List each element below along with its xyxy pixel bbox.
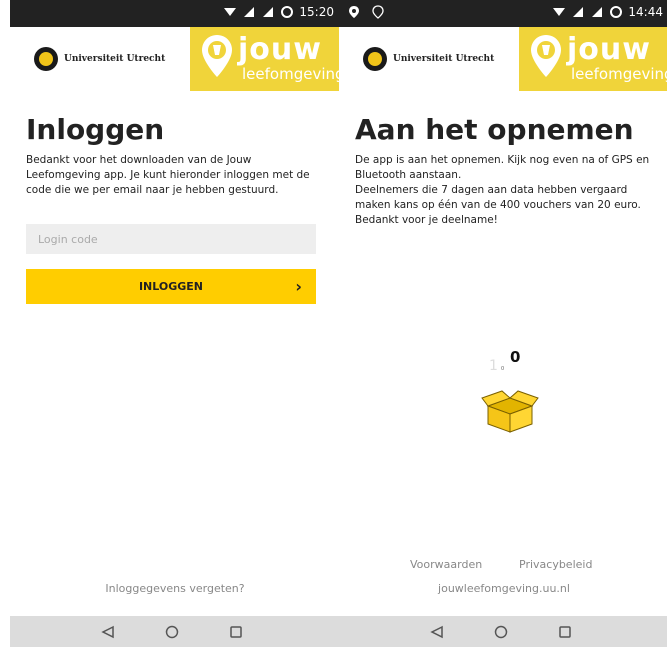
university-seal-icon: [363, 47, 387, 71]
home-button[interactable]: [162, 622, 182, 642]
university-seal-icon: [34, 47, 58, 71]
home-icon: [494, 625, 508, 639]
navigation-bar: [339, 616, 667, 647]
box-icon: [481, 390, 539, 433]
terms-link[interactable]: Voorwaarden: [410, 558, 482, 571]
back-icon: [430, 625, 443, 639]
intro-paragraph: Bedankt voor het downloaden van de Jouw …: [26, 154, 310, 196]
counter-value: 0: [510, 348, 521, 366]
wifi-icon: [553, 8, 566, 16]
recent-apps-icon: [559, 626, 571, 638]
page-title: Aan het opnemen: [355, 113, 634, 146]
status-time: 15:20: [299, 5, 334, 19]
recording-line: Deelnemers die 7 dagen aan data hebben v…: [355, 184, 641, 211]
status-bar: 15:20: [10, 0, 340, 27]
back-icon: [101, 625, 114, 639]
page-title: Inloggen: [26, 113, 165, 146]
brand-logo: jouw leefomgeving: [519, 27, 667, 91]
recent-apps-icon: [230, 626, 242, 638]
home-button[interactable]: [491, 622, 511, 642]
brand-subword: leefomgeving: [242, 65, 340, 83]
login-code-input[interactable]: [26, 224, 316, 254]
brand-word: jouw: [567, 32, 651, 67]
location-outline-icon: [372, 5, 384, 19]
university-name: Universiteit Utrecht: [393, 54, 495, 64]
recent-apps-button[interactable]: [226, 622, 246, 642]
university-logo: Universiteit Utrecht: [363, 47, 494, 71]
pin-icon: [202, 35, 232, 77]
login-screen: 15:20 Universiteit Utrecht jouw leefomge…: [10, 0, 340, 647]
days-counter: 1 0 0: [489, 348, 549, 378]
forgot-credentials-link[interactable]: Inloggegevens vergeten?: [10, 582, 340, 595]
pin-icon: [531, 35, 561, 77]
counter-ghost-digit: 1: [489, 358, 498, 374]
header: Universiteit Utrecht jouw leefomgeving: [339, 27, 667, 91]
signal-icon: [263, 7, 274, 17]
login-button-label: INLOGGEN: [138, 280, 204, 293]
signal-icon: [573, 7, 584, 17]
recording-line: Bedankt voor je deelname!: [355, 214, 498, 226]
signal-icon: [592, 7, 603, 17]
signal-icon: [244, 7, 255, 17]
counter-small-digit: 0: [501, 366, 505, 372]
sync-icon: [610, 6, 623, 18]
location-icon: [349, 6, 359, 18]
recent-apps-button[interactable]: [555, 622, 575, 642]
university-name: Universiteit Utrecht: [64, 54, 166, 64]
university-logo: Universiteit Utrecht: [34, 47, 165, 71]
wifi-icon: [224, 8, 237, 16]
header: Universiteit Utrecht jouw leefomgeving: [10, 27, 340, 91]
website-link[interactable]: jouwleefomgeving.uu.nl: [339, 582, 667, 595]
status-time: 14:44: [628, 5, 663, 19]
sync-icon: [281, 6, 294, 18]
brand-word: jouw: [238, 32, 322, 67]
home-icon: [165, 625, 179, 639]
back-button[interactable]: [98, 622, 118, 642]
recording-text: De app is aan het opnemen. Kijk nog even…: [355, 153, 655, 228]
navigation-bar: [10, 616, 340, 647]
privacy-link[interactable]: Privacybeleid: [519, 558, 592, 571]
chevron-right-icon: ›: [295, 277, 302, 296]
brand-subword: leefomgeving: [571, 65, 667, 83]
intro-text: Bedankt voor het downloaden van de Jouw …: [26, 153, 326, 198]
back-button[interactable]: [427, 622, 447, 642]
recording-screen: 14:44 Universiteit Utrecht jouw leefomge…: [339, 0, 667, 647]
status-bar: 14:44: [339, 0, 667, 27]
recording-line: De app is aan het opnemen. Kijk nog even…: [355, 154, 650, 181]
brand-logo: jouw leefomgeving: [190, 27, 340, 91]
login-button[interactable]: INLOGGEN ›: [26, 269, 316, 304]
